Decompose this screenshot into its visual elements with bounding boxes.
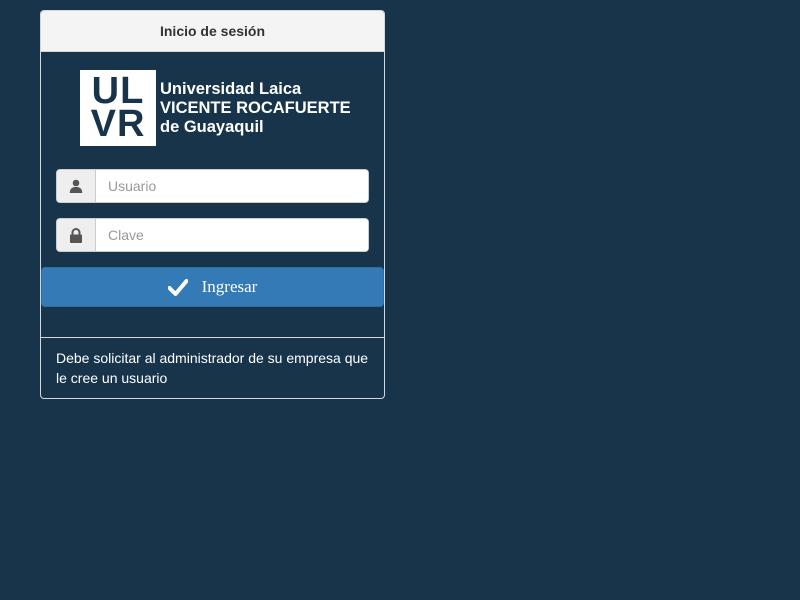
panel-title: Inicio de sesión (41, 11, 384, 52)
user-icon (57, 170, 96, 202)
password-input[interactable] (96, 219, 368, 251)
username-input[interactable] (96, 170, 368, 202)
logo-mark: UL VR (80, 70, 156, 146)
logo-text-line2: VICENTE ROCAFUERTE (160, 98, 351, 117)
login-button-label: Ingresar (201, 277, 258, 296)
username-input-group (56, 169, 369, 203)
logo-text: Universidad Laica VICENTE ROCAFUERTE de … (160, 80, 351, 137)
login-button[interactable]: Ingresar (41, 267, 384, 307)
university-logo: UL VR Universidad Laica VICENTE ROCAFUER… (80, 70, 351, 146)
password-input-group (56, 218, 369, 252)
panel-footer: Debe solicitar al administrador de su em… (41, 337, 384, 398)
logo-text-line1: Universidad Laica (160, 79, 302, 98)
logo-mark-line2: VR (90, 103, 146, 145)
lock-icon (57, 219, 96, 251)
login-panel: Inicio de sesión UL VR Universidad Laica… (40, 10, 385, 399)
logo-text-line3: de Guayaquil (160, 117, 264, 136)
footer-message: Debe solicitar al administrador de su em… (56, 350, 369, 386)
checkmark-icon (167, 278, 188, 296)
